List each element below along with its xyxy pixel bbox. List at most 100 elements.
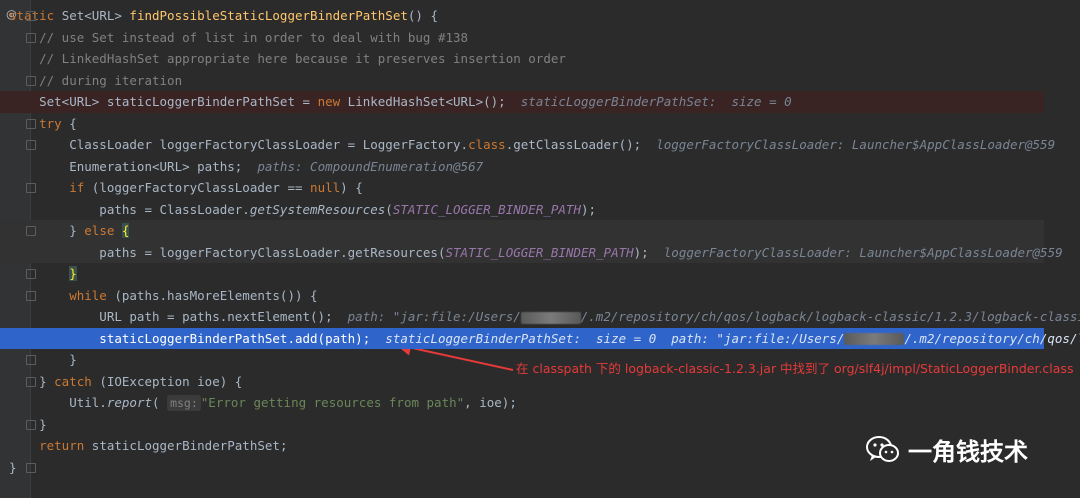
code-line[interactable]: Util.report( msg: "Error getting resource… xyxy=(0,392,1044,414)
code-token: ( xyxy=(152,395,168,410)
code-line[interactable]: try { xyxy=(0,113,1044,135)
code-line-text: URL path = paths.nextElement(); path: "j… xyxy=(9,306,1080,328)
code-line-text: Util.report( msg: "Error getting resource… xyxy=(9,392,517,414)
code-token: class xyxy=(468,137,506,152)
fold-marker-icon[interactable] xyxy=(26,140,36,150)
code-token: staticLoggerBinderPathSet.add(path); xyxy=(9,330,386,346)
code-token: } xyxy=(69,266,77,281)
code-line[interactable]: URL path = paths.nextElement(); path: "j… xyxy=(0,306,1080,328)
fold-marker-icon[interactable] xyxy=(26,462,36,473)
code-token: msg: xyxy=(167,395,201,411)
code-token: staticLoggerBinderPathSet: size = 0 xyxy=(520,94,792,109)
code-token: try xyxy=(9,115,70,131)
code-token: staticLoggerBinderPathSet: size = 0 path… xyxy=(385,330,845,346)
code-line-text: } xyxy=(9,457,17,479)
code-line-text: // use Set instead of list in order to d… xyxy=(9,27,468,49)
code-line[interactable]: staticLoggerBinderPathSet.add(path); sta… xyxy=(0,327,1080,349)
code-line[interactable]: } else { xyxy=(0,220,1044,242)
code-line-text: try { xyxy=(9,113,77,135)
code-token: } xyxy=(9,223,85,238)
fold-marker-icon[interactable] xyxy=(26,226,36,236)
fold-marker-icon[interactable] xyxy=(26,376,36,387)
code-line[interactable]: } xyxy=(0,414,1044,436)
code-line[interactable]: return staticLoggerBinderPathSet; xyxy=(0,435,1044,457)
code-line[interactable]: } catch (IOException ioe) { xyxy=(0,371,1044,393)
code-token: while xyxy=(9,287,115,303)
code-token: (loggerFactoryClassLoader == xyxy=(91,180,311,195)
code-line-text: } xyxy=(9,263,77,285)
code-token: URL path = paths.nextElement(); xyxy=(9,309,348,324)
fold-marker-icon[interactable] xyxy=(26,269,36,279)
code-line[interactable]: // LinkedHashSet appropriate here becaus… xyxy=(0,48,1044,70)
code-token: , ioe); xyxy=(464,395,517,410)
code-token: } xyxy=(9,459,17,475)
code-token: path: "jar:file:/Users/ xyxy=(347,309,521,324)
code-line[interactable]: } xyxy=(0,263,1044,285)
code-line-text: paths = loggerFactoryClassLoader.getReso… xyxy=(9,242,1062,264)
fold-marker-icon[interactable] xyxy=(26,75,36,86)
code-token: report xyxy=(106,395,152,410)
code-line[interactable]: Enumeration<URL> paths; paths: CompoundE… xyxy=(0,156,1044,178)
code-line-text: static Set<URL> findPossibleStaticLogger… xyxy=(9,5,438,27)
fold-marker-icon[interactable] xyxy=(26,355,36,365)
code-line-text: // LinkedHashSet appropriate here becaus… xyxy=(9,48,566,70)
code-line-text: if (loggerFactoryClassLoader == null) { xyxy=(9,177,363,199)
fold-marker-icon[interactable] xyxy=(26,32,36,43)
fold-marker-icon[interactable] xyxy=(26,11,36,21)
fold-marker-icon[interactable] xyxy=(26,118,36,129)
code-token: catch xyxy=(54,373,100,389)
redacted-username xyxy=(844,333,905,345)
code-line[interactable]: static Set<URL> findPossibleStaticLogger… xyxy=(0,5,1044,27)
code-line-text: return staticLoggerBinderPathSet; xyxy=(9,435,287,457)
code-token: .getClassLoader(); xyxy=(505,137,657,152)
code-token: /.m2/repository/ch/qos/logback/logback-c… xyxy=(580,309,1080,324)
code-line[interactable]: } xyxy=(0,349,1044,371)
code-token: null xyxy=(310,180,341,195)
code-token: /.m2/repository/ch/qos/lo xyxy=(904,330,1080,346)
code-token: { xyxy=(69,115,77,131)
code-line[interactable]: ClassLoader loggerFactoryClassLoader = L… xyxy=(0,134,1055,156)
code-token: STATIC_LOGGER_BINDER_PATH xyxy=(445,244,634,260)
code-token: loggerFactoryClassLoader: Launcher$AppCl… xyxy=(656,137,1056,152)
code-token: Set<URL> staticLoggerBinderPathSet = xyxy=(9,94,318,109)
code-token: staticLoggerBinderPathSet; xyxy=(91,438,288,453)
code-token: ClassLoader loggerFactoryClassLoader = L… xyxy=(9,137,469,152)
code-line[interactable]: // during iteration xyxy=(0,70,1044,92)
code-token: } xyxy=(9,352,77,367)
code-token: ) { xyxy=(340,180,363,195)
code-line-text: staticLoggerBinderPathSet.add(path); sta… xyxy=(9,328,1080,350)
code-token: // use Set instead of list in order to d… xyxy=(9,29,469,45)
code-line-text: } catch (IOException ioe) { xyxy=(9,371,242,393)
fold-marker-icon[interactable] xyxy=(26,290,36,301)
fold-marker-icon[interactable] xyxy=(26,419,36,430)
code-line-text: Enumeration<URL> paths; paths: CompoundE… xyxy=(9,156,483,178)
vertical-scrollbar[interactable] xyxy=(1072,0,1080,498)
code-token: STATIC_LOGGER_BINDER_PATH xyxy=(392,201,581,217)
code-token: getSystemResources xyxy=(249,201,386,217)
code-line-text: ClassLoader loggerFactoryClassLoader = L… xyxy=(9,134,1055,156)
code-token: new xyxy=(317,94,348,109)
code-token: "Error getting resources from path" xyxy=(200,395,465,410)
code-line[interactable]: paths = loggerFactoryClassLoader.getReso… xyxy=(0,241,1063,263)
code-editor[interactable]: @ 在 classpath 下的 logback-classic-1.2.3.j… xyxy=(0,0,1080,498)
code-token: { xyxy=(121,223,130,238)
code-token: // LinkedHashSet appropriate here becaus… xyxy=(9,51,566,66)
code-line-text: } xyxy=(9,349,77,371)
code-token: LinkedHashSet<URL>(); xyxy=(347,94,521,109)
code-token: (IOException ioe) { xyxy=(99,373,243,389)
code-line[interactable]: // use Set instead of list in order to d… xyxy=(0,27,1044,49)
code-token: ); xyxy=(580,201,597,217)
code-line[interactable]: if (loggerFactoryClassLoader == null) { xyxy=(0,177,1044,199)
code-line[interactable]: Set<URL> staticLoggerBinderPathSet = new… xyxy=(0,91,1044,113)
code-line[interactable]: while (paths.hasMoreElements()) { xyxy=(0,285,1044,307)
code-token: Set<URL> xyxy=(61,8,130,23)
redacted-username xyxy=(520,311,581,324)
code-token: ( xyxy=(385,201,393,217)
fold-marker-icon[interactable] xyxy=(26,183,36,193)
code-line[interactable]: paths = ClassLoader.getSystemResources(S… xyxy=(0,199,1044,221)
code-token: Util. xyxy=(9,395,107,410)
code-token: (paths.hasMoreElements()) { xyxy=(114,287,318,303)
code-line[interactable]: } xyxy=(0,457,1044,479)
code-line-text: while (paths.hasMoreElements()) { xyxy=(9,285,318,307)
